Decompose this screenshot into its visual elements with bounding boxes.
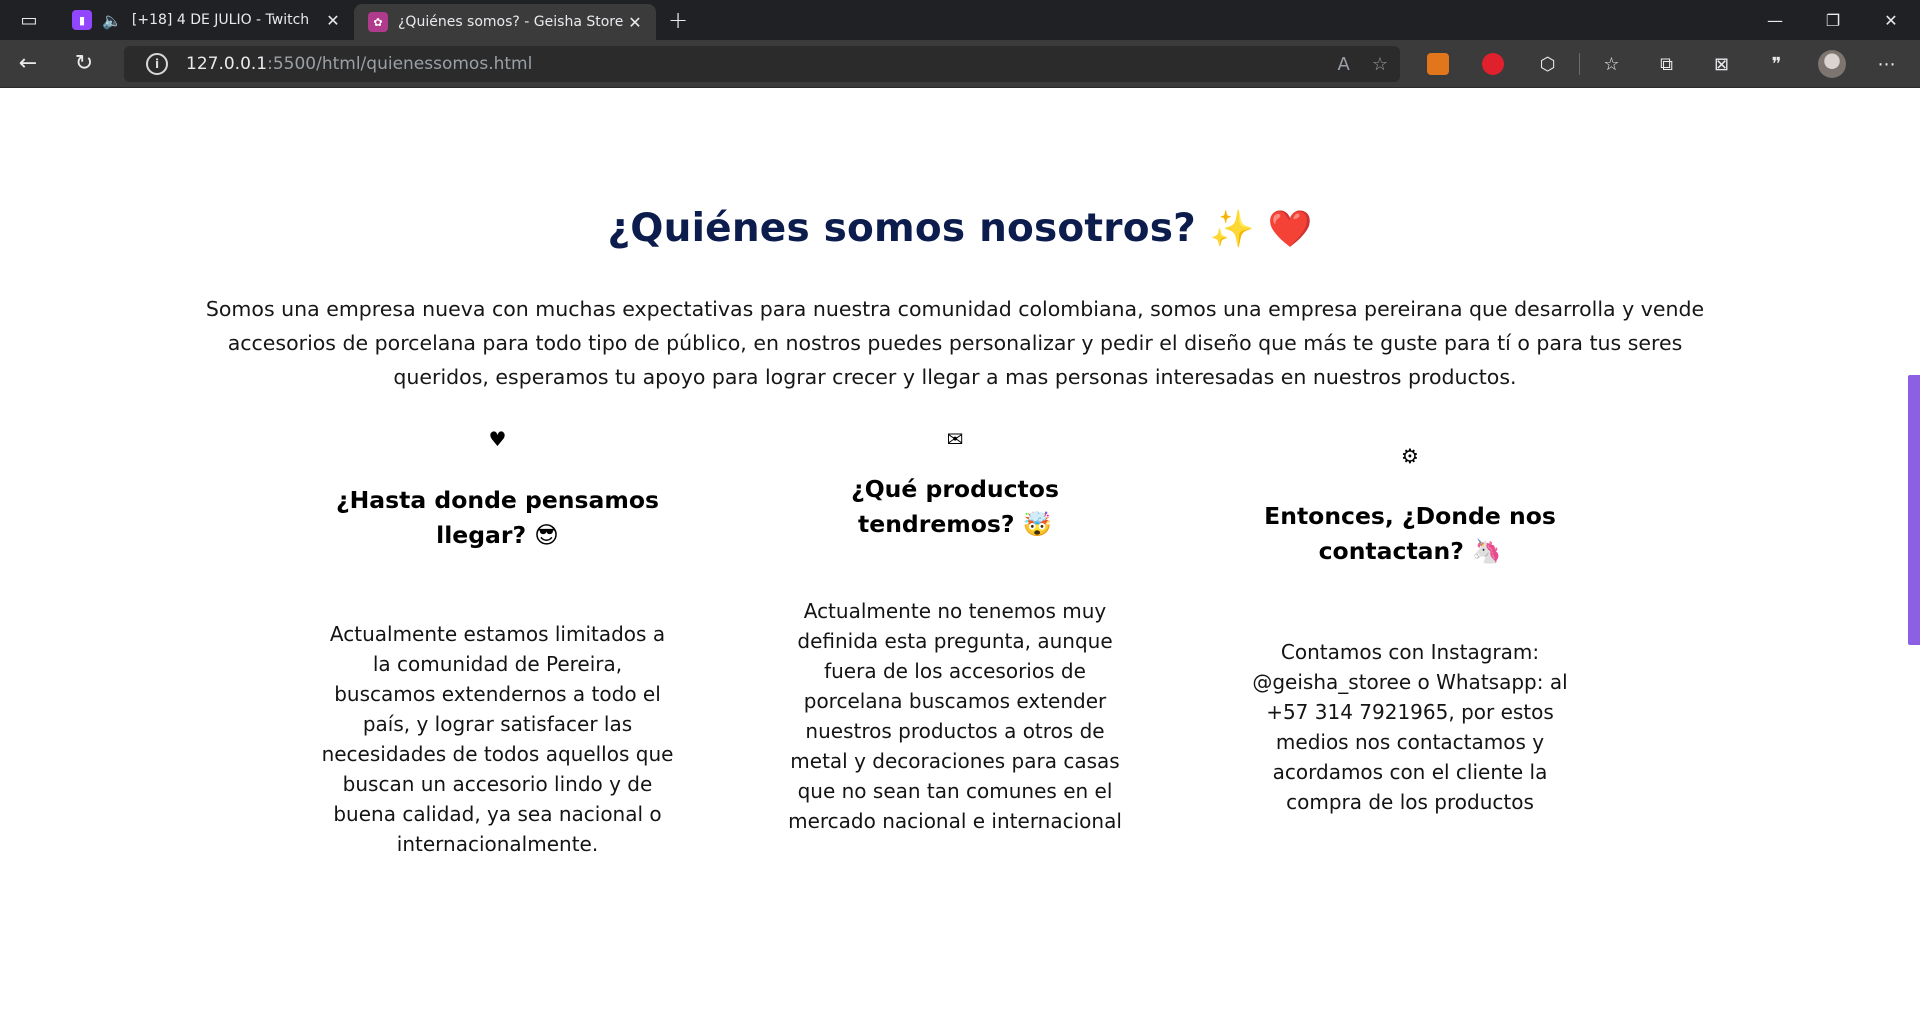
site-info-icon[interactable]: i (146, 53, 168, 75)
adblock-extension-icon[interactable] (1465, 40, 1520, 88)
close-tab-icon[interactable]: ✕ (624, 13, 646, 32)
toolbar-divider (1579, 53, 1580, 75)
reload-icon[interactable]: ↻ (56, 40, 112, 88)
tab-title: [+18] 4 DE JULIO - Twitch (131, 12, 310, 28)
math-solver-icon[interactable]: ⊠ (1694, 40, 1749, 88)
page-content: ¿Quiénes somos nosotros? ✨ ❤️ Somos una … (0, 88, 1920, 1020)
extensions-icon[interactable]: ⬡ (1520, 40, 1575, 88)
window-controls: — ❐ ✕ (1746, 0, 1920, 40)
column-text: Actualmente estamos limitados a la comun… (321, 622, 674, 856)
address-bar[interactable]: i 127.0.0.1:5500/html/quienessomos.html … (124, 46, 1400, 82)
minimize-icon[interactable]: — (1746, 0, 1804, 40)
tab-geisha[interactable]: ✿ ¿Quiénes somos? - Geisha Store ✕ (354, 4, 656, 40)
profile-avatar[interactable] (1804, 40, 1859, 88)
gear-icon: ⚙ (1401, 444, 1419, 468)
more-options-icon[interactable]: ⋯ (1859, 40, 1914, 88)
tab-strip: ▭ ▮ 🔈 [+18] 4 DE JULIO - Twitch ✕ ✿ ¿Qui… (0, 0, 1920, 40)
read-aloud-icon[interactable]: A (1338, 54, 1350, 75)
twitch-icon: ▮ (72, 10, 92, 30)
sparkles-heart-emojis: ✨ ❤️ (1209, 209, 1313, 250)
speaker-icon[interactable]: 🔈 (102, 11, 122, 30)
tab-twitch[interactable]: ▮ 🔈 [+18] 4 DE JULIO - Twitch ✕ (58, 0, 354, 40)
envelope-icon: ✉ (946, 427, 964, 451)
metamask-extension-icon[interactable] (1410, 40, 1465, 88)
info-column-reach: ♥ ¿Hasta donde pensamos llegar? 😎 Actual… (320, 428, 675, 859)
column-title: Entonces, ¿Donde nos contactan? 🦄 (1264, 502, 1556, 565)
page-title: ¿Quiénes somos nosotros? ✨ ❤️ (0, 206, 1920, 251)
browser-toolbar: ← ↻ i 127.0.0.1:5500/html/quienessomos.h… (0, 40, 1920, 88)
page-title-text: ¿Quiénes somos nosotros? (607, 206, 1196, 251)
back-icon[interactable]: ← (0, 40, 56, 88)
restore-icon[interactable]: ❐ (1804, 0, 1862, 40)
column-text: Contamos con Instagram: @geisha_storee o… (1252, 640, 1568, 814)
url-host: 127.0.0.1 (186, 54, 268, 74)
intro-paragraph: Somos una empresa nueva con muchas expec… (205, 297, 1705, 389)
favorites-icon[interactable]: ☆ (1584, 40, 1639, 88)
collections-icon[interactable]: ⧉ (1639, 40, 1694, 88)
quote-icon[interactable]: ❞ (1749, 40, 1804, 88)
add-favorite-icon[interactable]: ☆ (1372, 54, 1388, 75)
close-window-icon[interactable]: ✕ (1862, 0, 1920, 40)
info-column-products: ✉ ¿Qué productos tendremos? 🤯 Actualment… (775, 428, 1135, 836)
tab-title: ¿Quiénes somos? - Geisha Store (398, 14, 624, 30)
heart-icon: ♥ (488, 427, 507, 451)
new-tab-button[interactable]: + (656, 0, 700, 40)
tab-actions-icon[interactable]: ▭ (0, 0, 58, 40)
info-column-contact: ⚙ Entonces, ¿Donde nos contactan? 🦄 Cont… (1235, 445, 1585, 817)
column-title: ¿Qué productos tendremos? 🤯 (851, 475, 1059, 538)
geisha-icon: ✿ (368, 12, 388, 32)
column-title: ¿Hasta donde pensamos llegar? 😎 (335, 486, 659, 549)
close-tab-icon[interactable]: ✕ (322, 11, 344, 30)
url-path: :5500/html/quienessomos.html (267, 54, 533, 74)
column-text: Actualmente no tenemos muy definida esta… (788, 599, 1122, 833)
scrollbar-thumb[interactable] (1908, 375, 1920, 645)
